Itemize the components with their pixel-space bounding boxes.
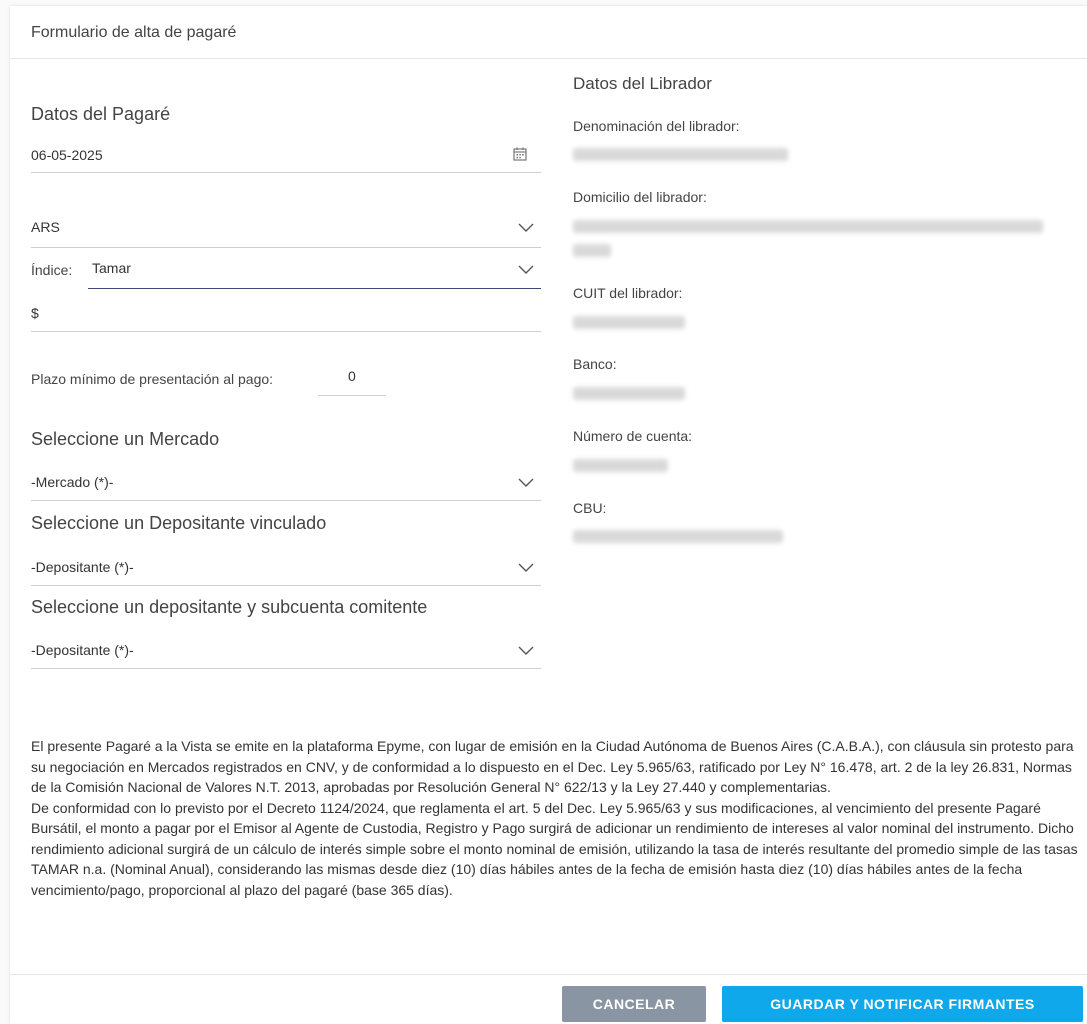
date-underline [31,172,541,173]
amount-input[interactable]: $ [31,305,39,321]
plazo-label: Plazo mínimo de presentación al pago: [31,371,274,387]
depositante-subcuenta-select[interactable]: -Depositante (*)- [31,642,134,658]
legal-text: El presente Pagaré a la Vista se emite e… [31,736,1087,900]
cuit-value-redacted [573,316,685,329]
denominacion-value-redacted [573,148,788,161]
currency-select[interactable]: ARS [31,219,60,235]
cuenta-value-redacted [573,459,668,472]
save-notify-button[interactable]: GUARDAR Y NOTIFICAR FIRMANTES [722,986,1083,1022]
denominacion-label: Denominación del librador: [573,118,740,134]
page-title: Formulario de alta de pagaré [31,24,237,41]
librador-section-title: Datos del Librador [573,74,712,93]
index-underline [88,288,541,289]
plazo-underline [318,395,386,396]
domicilio-value-redacted-2 [573,244,611,257]
depositante-subcuenta-underline [31,668,541,669]
mercado-section-title: Seleccione un Mercado [31,429,220,449]
cbu-value-redacted [573,530,783,543]
depositante-subcuenta-title: Seleccione un depositante y subcuenta co… [31,597,428,617]
index-select[interactable]: Tamar [92,260,131,276]
plazo-input[interactable]: 0 [348,368,356,384]
banco-value-redacted [573,387,685,400]
currency-underline [31,247,541,248]
chevron-down-icon[interactable] [518,265,534,275]
domicilio-label: Domicilio del librador: [573,189,707,205]
cbu-label: CBU: [573,500,607,516]
depositante-vinculado-title: Seleccione un Depositante vinculado [31,513,327,533]
chevron-down-icon[interactable] [518,223,534,233]
legal-paragraph-2: De conformidad con lo previsto por el De… [31,799,1078,898]
mercado-underline [31,500,541,501]
calendar-icon[interactable] [513,147,527,161]
footer-divider [10,974,1087,975]
chevron-down-icon[interactable] [518,646,534,656]
index-label: Índice: [31,262,73,278]
cancel-button[interactable]: CANCELAR [562,986,706,1022]
date-input[interactable]: 06-05-2025 [31,147,103,163]
chevron-down-icon[interactable] [518,563,534,573]
depositante-vinculado-underline [31,585,541,586]
cuit-label: CUIT del librador: [573,285,683,301]
domicilio-value-redacted [573,220,1043,233]
chevron-down-icon[interactable] [518,478,534,488]
mercado-select[interactable]: -Mercado (*)- [31,474,113,490]
legal-paragraph-1: El presente Pagaré a la Vista se emite e… [31,738,1074,795]
card-header: Formulario de alta de pagaré [10,6,1087,59]
form-card: Formulario de alta de pagaré Datos del P… [10,6,1087,1024]
pagare-section-title: Datos del Pagaré [31,104,171,124]
amount-underline [31,331,541,332]
depositante-vinculado-select[interactable]: -Depositante (*)- [31,559,134,575]
banco-label: Banco: [573,356,617,372]
cuenta-label: Número de cuenta: [573,428,693,444]
